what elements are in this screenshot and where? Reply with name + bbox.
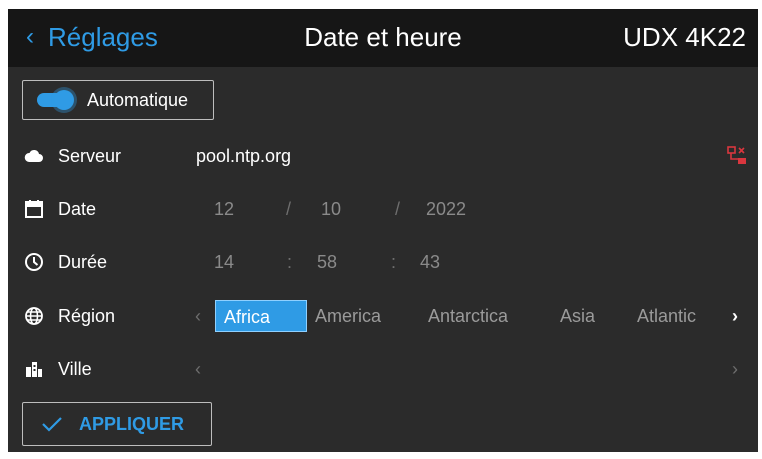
city-prev-arrow[interactable]: ‹ bbox=[195, 349, 201, 389]
globe-icon bbox=[25, 307, 43, 325]
date-separator: / bbox=[395, 199, 401, 219]
header-bar: ‹ Réglages Date et heure UDX 4K22 bbox=[8, 9, 758, 67]
region-row: Région ‹ Africa America Antarctica Asia … bbox=[8, 296, 758, 336]
date-year[interactable]: 2022 bbox=[426, 189, 466, 229]
device-name: UDX 4K22 bbox=[623, 22, 746, 52]
region-label: Région bbox=[58, 306, 116, 326]
region-option-america[interactable]: America bbox=[315, 300, 381, 332]
automatic-label: Automatique bbox=[87, 89, 189, 110]
city-next-arrow[interactable]: › bbox=[732, 349, 738, 389]
duration-hours[interactable]: 14 bbox=[214, 242, 234, 282]
server-row: Serveur pool.ntp.org bbox=[8, 136, 758, 176]
date-day[interactable]: 12 bbox=[214, 189, 234, 229]
toggle-knob bbox=[54, 90, 74, 110]
duration-separator: : bbox=[287, 252, 293, 272]
calendar-icon bbox=[25, 200, 43, 218]
date-month[interactable]: 10 bbox=[321, 189, 341, 229]
date-time-screen: ‹ Réglages Date et heure UDX 4K22 Automa… bbox=[8, 9, 758, 452]
duration-minutes[interactable]: 58 bbox=[317, 242, 337, 282]
cloud-icon bbox=[24, 149, 43, 162]
duration-label: Durée bbox=[58, 252, 108, 272]
date-separator: / bbox=[286, 199, 292, 219]
server-value: pool.ntp.org bbox=[196, 146, 292, 166]
date-row: Date 12 / 10 / 2022 bbox=[8, 189, 758, 229]
clock-icon bbox=[25, 253, 43, 271]
automatic-toggle-button[interactable]: Automatique bbox=[22, 80, 214, 120]
region-option-africa[interactable]: Africa bbox=[215, 300, 307, 332]
duration-seconds[interactable]: 43 bbox=[420, 242, 440, 282]
date-label: Date bbox=[58, 199, 97, 219]
duration-row: Durée 14 : 58 : 43 bbox=[8, 242, 758, 282]
region-option-asia[interactable]: Asia bbox=[560, 300, 595, 332]
network-error-icon[interactable] bbox=[727, 146, 747, 166]
checkmark-icon bbox=[42, 417, 62, 432]
toggle-switch[interactable] bbox=[37, 90, 74, 110]
city-label: Ville bbox=[58, 359, 92, 379]
city-icon bbox=[26, 362, 42, 377]
region-next-arrow[interactable]: › bbox=[732, 296, 738, 336]
region-option-atlantic[interactable]: Atlantic bbox=[637, 300, 696, 332]
region-option-antarctica[interactable]: Antarctica bbox=[428, 300, 508, 332]
apply-button[interactable]: APPLIQUER bbox=[22, 402, 212, 446]
apply-label: APPLIQUER bbox=[79, 413, 185, 434]
server-label: Serveur bbox=[58, 146, 122, 166]
city-row: Ville ‹ › bbox=[8, 349, 758, 389]
region-prev-arrow[interactable]: ‹ bbox=[195, 296, 201, 336]
duration-separator: : bbox=[391, 252, 397, 272]
